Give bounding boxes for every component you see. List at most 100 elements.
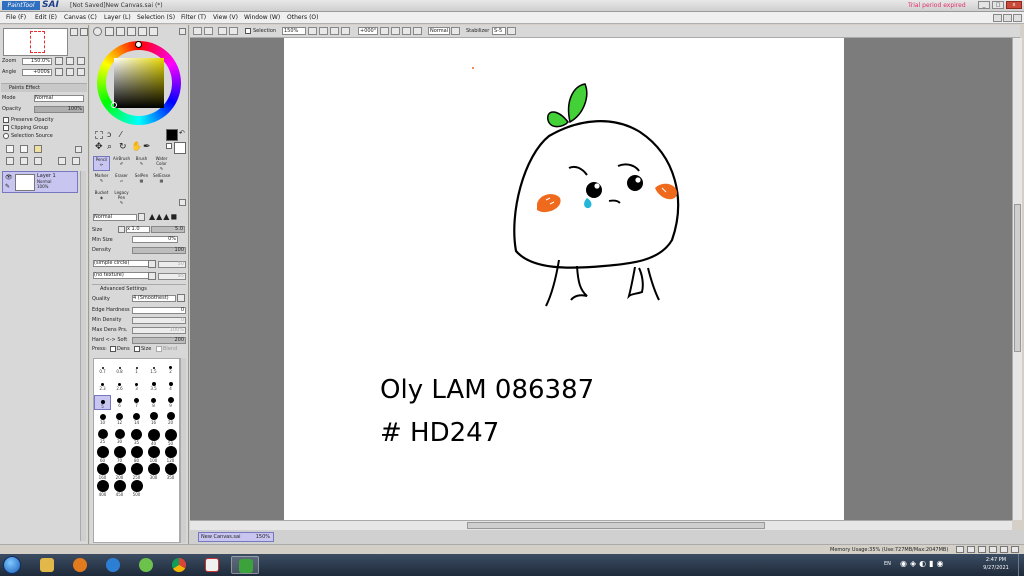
navigator-zoom-in-button[interactable] [70,28,78,36]
zoom-reset-button[interactable] [77,57,85,65]
taskbar-media-player[interactable] [66,556,94,574]
menu-view[interactable]: View (V) [213,12,238,24]
brush-texture-dropdown-button[interactable] [148,272,156,280]
opacity-slider[interactable]: 100% [34,106,84,113]
brush-shape-strength[interactable]: 50 [158,261,186,268]
deselect-button[interactable] [218,27,227,35]
tool-brush[interactable]: Brush ✎ [133,156,150,171]
brush-size-cell[interactable]: 40 [145,429,162,446]
mdi-restore-button[interactable] [1003,14,1012,22]
eye-icon[interactable]: 👁 [5,174,13,182]
document-tab-new-canvas[interactable]: New Canvas.sai 150% [198,532,274,542]
quality-select[interactable]: 4 (Smoothest) [132,295,176,302]
rgb-slider-tab[interactable] [105,27,114,36]
delete-layer-button[interactable] [72,157,80,165]
tool-eraser[interactable]: Eraser ▱ [113,173,130,188]
zoom-reset-toolbar-button[interactable] [341,27,350,35]
advanced-settings-header[interactable]: Advanced Settings [92,284,186,293]
taskbar-itunes[interactable] [132,556,160,574]
angle-value-field[interactable]: +000$ [22,69,52,76]
brush-size-cell[interactable]: 100 [145,446,162,463]
angle-dropdown-button[interactable] [380,27,389,35]
primary-color-swatch[interactable] [166,129,178,141]
brush-size-cell[interactable]: 250 [128,463,145,480]
flip-view-button[interactable] [451,27,460,35]
blend-mode-dropdown-button[interactable] [138,213,145,221]
undo-button[interactable] [193,27,202,35]
brush-size-cell[interactable]: 16 [145,412,162,427]
gradation-tab[interactable] [127,27,136,36]
stabilizer-select[interactable]: S-5 [492,27,506,35]
brush-size-cell[interactable]: 350 [162,463,179,480]
press-size-checkbox[interactable] [134,346,140,352]
brush-size-scrollbar[interactable] [180,358,186,543]
clear-layer-button[interactable] [34,157,42,165]
menu-selection[interactable]: Selection (S) [137,12,175,24]
canvas-horizontal-scrollbar[interactable] [190,520,1012,530]
brush-shape-icons[interactable]: ▲▲▲◼ [149,212,178,221]
saturation-value-square[interactable] [114,58,164,108]
brush-size-cell[interactable]: 3.5 [145,378,162,393]
lasso-icon[interactable]: ↄ [107,130,111,140]
tool-water-color[interactable]: Water Color ✎ [153,156,170,171]
layer-row-layer-1[interactable]: 👁 ✎ Layer 1 Normal 100% [2,171,78,193]
minimize-button[interactable]: _ [978,1,990,9]
tool-bucket[interactable]: Bucket ◈ [93,190,110,205]
tool-pencil[interactable]: Pencil ✏ [93,156,110,171]
taskbar-paint[interactable] [198,556,226,574]
menu-edit[interactable]: Edit (E) [35,12,57,24]
min-size-slider[interactable]: 0% [132,236,178,243]
selection-visible-checkbox[interactable] [245,28,251,34]
secondary-color-swatch[interactable] [174,142,186,154]
zoom-minus-button[interactable] [55,57,63,65]
brush-size-cell[interactable]: 3 [128,378,145,393]
mdi-close-button[interactable] [1013,14,1022,22]
selection-source-checkbox[interactable] [3,133,9,139]
brush-shape-select[interactable]: (simple circle) [93,260,149,267]
status-button-5[interactable] [1000,546,1008,553]
canvas-vertical-scroll-thumb[interactable] [1014,204,1021,352]
blend-mode-select[interactable]: Normal [34,95,84,102]
magic-wand-icon[interactable]: ⁄ [120,130,121,140]
hsv-slider-tab[interactable] [116,27,125,36]
brush-size-cell[interactable]: 80 [128,446,145,463]
transparent-color-swatch[interactable] [166,143,172,149]
brush-size-cell[interactable]: 8 [145,395,162,410]
press-blend-checkbox[interactable] [156,346,162,352]
tool-legacy-pen[interactable]: Legacy Pen ✎ [113,190,130,205]
layer-panel-option-button[interactable] [75,146,82,153]
brush-size-cell[interactable]: 160 [94,463,111,480]
language-indicator[interactable]: EN [884,559,891,569]
start-button[interactable] [3,556,21,574]
rotate-right-button[interactable] [66,68,74,76]
canvas-horizontal-scroll-thumb[interactable] [467,522,765,529]
color-wheel[interactable] [97,41,181,125]
brush-size-cell[interactable]: 200 [111,463,128,480]
brush-size-cell[interactable]: 400 [94,480,111,497]
size-multiplier-button[interactable] [118,226,125,233]
navigator-zoom-out-button[interactable] [80,28,88,36]
zoom-select[interactable]: 150% [282,27,306,35]
menu-others[interactable]: Others (O) [287,12,318,24]
menu-layer[interactable]: Layer (L) [104,12,131,24]
swatch-tab[interactable] [138,27,147,36]
menu-file[interactable]: File (F) [6,12,26,24]
taskbar-explorer[interactable] [33,556,61,574]
brush-size-cell[interactable]: 50 [162,429,179,446]
brush-size-cell[interactable]: 20 [162,412,179,427]
system-clock[interactable]: 2:47 PM 9/27/2021 [976,556,1016,572]
swap-colors-icon[interactable]: ↶ [179,129,185,137]
quality-dropdown-button[interactable] [177,294,185,302]
rotate-left-button[interactable] [55,68,63,76]
clipping-group-checkbox[interactable] [3,125,9,131]
brush-size-cell[interactable]: 30 [111,429,128,444]
brush-size-cell[interactable]: 4 [162,378,179,393]
angle-select[interactable]: +000° [358,27,378,35]
density-slider[interactable]: 100 [132,247,186,254]
brush-size-cell[interactable]: 35 [128,429,145,445]
brush-size-cell[interactable]: 2.6 [111,378,128,393]
color-panel-option-button[interactable] [179,28,186,35]
zoom-dropdown-button[interactable] [308,27,317,35]
system-tray-icons[interactable]: ◉◈◐▮◉ [900,559,947,569]
new-linework-layer-button[interactable] [20,145,28,153]
